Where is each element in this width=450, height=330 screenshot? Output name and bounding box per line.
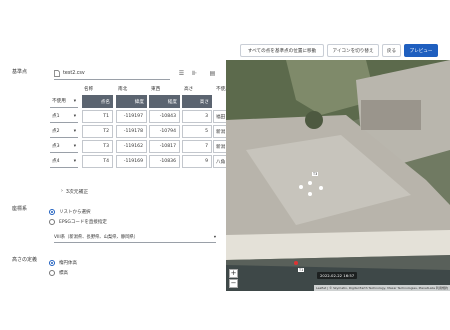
- row-4-use[interactable]: 八角: [213, 155, 226, 168]
- crs-option-epsg[interactable]: EPSGコードを直接指定: [49, 219, 107, 225]
- row-1-point-select[interactable]: 点1 ▾: [50, 110, 78, 123]
- correction-label: 3次元補正: [65, 190, 89, 195]
- row-3-point: 点3: [52, 144, 60, 149]
- row-2-point: 点2: [52, 129, 60, 134]
- row-4-ns[interactable]: -119169: [116, 155, 147, 168]
- app-window: すべての点を基準点の位置に移動 アイコンを切り替え 戻る プレビュー 基準点 t…: [6, 41, 450, 291]
- header-cell-longitude[interactable]: 経度: [149, 95, 180, 108]
- capture-timestamp: 2022-02-22 16:57: [317, 272, 358, 279]
- chevron-down-icon: ▾: [73, 158, 76, 164]
- row-2-ew[interactable]: -10794: [149, 125, 180, 138]
- move-all-to-reference-button[interactable]: すべての点を基準点の位置に移動: [240, 44, 324, 57]
- row-1-ew[interactable]: -10843: [149, 110, 180, 123]
- header-cell-point-name[interactable]: 点名: [82, 95, 113, 108]
- row-3-height[interactable]: 7: [182, 140, 212, 153]
- top-toolbar: すべての点を基準点の位置に移動 アイコンを切り替え 戻る プレビュー: [6, 41, 450, 60]
- crs-select[interactable]: VIII系（新潟県、長野県、山梨県、静岡県） ▾: [54, 232, 216, 243]
- row-4-name[interactable]: T4: [82, 155, 113, 168]
- chevron-right-icon: ›: [61, 189, 63, 194]
- row-1-ns[interactable]: -119197: [116, 110, 147, 123]
- file-field[interactable]: test2.csv: [54, 68, 170, 80]
- chevron-down-icon: ▾: [213, 234, 216, 240]
- row-3-use[interactable]: 新潟: [213, 140, 226, 153]
- chevron-down-icon: ▾: [73, 113, 76, 119]
- settings-panel: 基準点 test2.csv ☰ ⊪ ▤ 名称 南北 東西 高さ 不使用 不使用 …: [6, 60, 226, 291]
- satellite-image: [226, 60, 450, 291]
- row-1-name[interactable]: T1: [82, 110, 113, 123]
- column-settings-icon[interactable]: ⊪: [191, 70, 198, 77]
- row-3-point-select[interactable]: 点3 ▾: [50, 140, 78, 153]
- file-icon: [54, 70, 60, 77]
- row-4-point-select[interactable]: 点4 ▾: [50, 155, 78, 168]
- column-header-ns: 南北: [118, 86, 128, 92]
- row-1-point: 点1: [52, 114, 60, 119]
- back-button[interactable]: 戻る: [382, 44, 401, 57]
- chevron-down-icon: ▾: [73, 128, 76, 134]
- row-2-name[interactable]: T2: [82, 125, 113, 138]
- column-header-name: 名称: [84, 86, 94, 92]
- row-2-use[interactable]: 新潟: [213, 125, 226, 138]
- height-option-orthometric-label: 標高: [59, 271, 68, 276]
- header-row-select[interactable]: 不使用 ▾: [50, 95, 78, 108]
- toggle-icons-button[interactable]: アイコンを切り替え: [327, 44, 379, 57]
- correction-toggle[interactable]: › 3次元補正: [61, 188, 88, 195]
- header-cell-height[interactable]: 高さ: [182, 95, 212, 108]
- row-1-height[interactable]: 3: [182, 110, 212, 123]
- row-3-ns[interactable]: -119162: [116, 140, 147, 153]
- crs-option-epsg-label: EPSGコードを直接指定: [59, 220, 107, 225]
- row-4-ew[interactable]: -10836: [149, 155, 180, 168]
- column-header-unused: 不使用: [216, 86, 226, 92]
- radio-selected-icon: [49, 260, 55, 266]
- table-view-icon[interactable]: ▤: [209, 70, 216, 77]
- reference-points-label: 基準点: [12, 69, 28, 75]
- preview-button[interactable]: プレビュー: [404, 44, 438, 57]
- row-2-point-select[interactable]: 点2 ▾: [50, 125, 78, 138]
- chevron-down-icon: ▾: [73, 98, 76, 104]
- row-3-name[interactable]: T3: [82, 140, 113, 153]
- column-header-ew: 東西: [151, 86, 161, 92]
- filter-icon[interactable]: ☰: [178, 70, 185, 77]
- row-3-ew[interactable]: -10817: [149, 140, 180, 153]
- row-2-ns[interactable]: -119178: [116, 125, 147, 138]
- chevron-down-icon: ▾: [73, 143, 76, 149]
- crs-option-list[interactable]: リストから選択: [49, 209, 91, 215]
- file-name: test2.csv: [63, 71, 85, 76]
- height-option-ellipsoid-label: 楕円体高: [59, 261, 77, 266]
- map-view[interactable]: T3 T1 + − 2022-02-22 16:57 Leaflet | © S…: [226, 60, 450, 291]
- row-4-height[interactable]: 9: [182, 155, 212, 168]
- map-marker-label-t3[interactable]: T3: [312, 172, 319, 176]
- crs-label: 座標系: [12, 206, 28, 212]
- header-row-select-value: 不使用: [52, 99, 66, 104]
- zoom-out-button[interactable]: −: [229, 279, 238, 288]
- header-cell-latitude[interactable]: 緯度: [116, 95, 147, 108]
- crs-select-value: VIII系（新潟県、長野県、山梨県、静岡県）: [54, 235, 139, 240]
- height-option-orthometric[interactable]: 標高: [49, 270, 68, 276]
- radio-unselected-icon: [49, 219, 55, 225]
- zoom-in-button[interactable]: +: [229, 269, 238, 278]
- crs-option-list-label: リストから選択: [59, 210, 91, 215]
- map-attribution[interactable]: Leaflet | © Skymatix, Digital Earth Tech…: [314, 285, 450, 291]
- height-option-ellipsoid[interactable]: 楕円体高: [49, 260, 77, 266]
- row-2-height[interactable]: 5: [182, 125, 212, 138]
- row-4-point: 点4: [52, 159, 60, 164]
- row-1-use[interactable]: 福田: [213, 110, 226, 123]
- column-header-height: 高さ: [184, 86, 194, 92]
- map-marker-label-t1[interactable]: T1: [298, 268, 305, 272]
- radio-selected-icon: [49, 209, 55, 215]
- height-definition-label: 高さの定義: [12, 257, 38, 263]
- radio-unselected-icon: [49, 270, 55, 276]
